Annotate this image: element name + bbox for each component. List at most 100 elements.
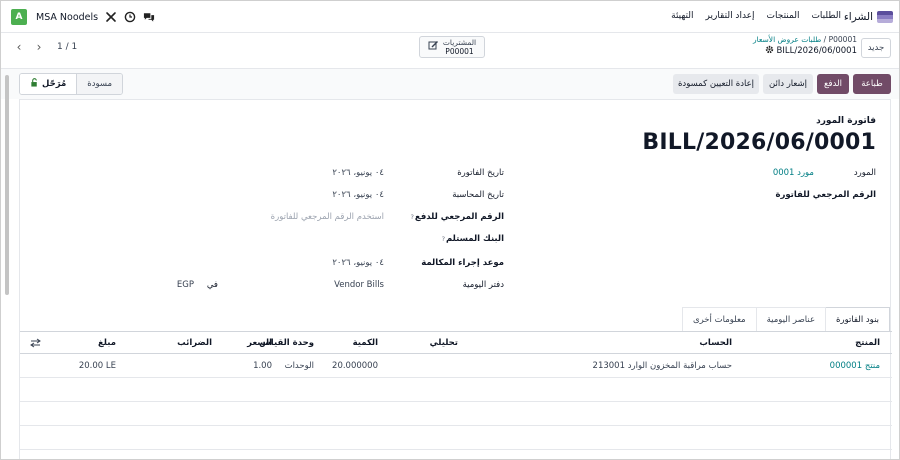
breadcrumb-separator: /: [821, 35, 827, 44]
user-avatar[interactable]: A: [11, 9, 27, 25]
main-menu: الطلبات المنتجات إعداد التقارير التهيئة: [671, 11, 841, 21]
accounting-date-value-wrap: ٠٤ يونيو، ٢٠٢٦: [332, 190, 384, 200]
app-name[interactable]: الشراء: [844, 11, 873, 23]
menu-products[interactable]: المنتجات: [767, 11, 800, 21]
purchase-smart-button-ref: P00001: [445, 47, 474, 56]
action-bar: طباعة الدفع إشعار دائن إعادة التعيين كمس…: [1, 69, 899, 99]
table-row-empty[interactable]: [20, 426, 892, 450]
due-date-field: موعد إجراء المكالمة: [421, 258, 504, 268]
purchase-smart-button-label: المشتريات: [442, 38, 477, 47]
in-label: في: [206, 280, 218, 290]
table-row[interactable]: منتج 000001 213001 حساب مراقبة المخزون ا…: [20, 354, 892, 378]
menu-reporting[interactable]: إعداد التقارير: [706, 11, 755, 21]
recipient-bank-field: البنك المستلم ?: [442, 234, 504, 244]
accounting-date-input[interactable]: ٠٤ يونيو، ٢٠٢٦: [332, 190, 384, 200]
breadcrumb-parent-line: P00001 / طلبات عروض الأسعار: [753, 35, 857, 45]
vendor-value-wrap: مورد 0001: [773, 168, 814, 178]
invoice-lines-table: المنتج الحساب تحليلي الكمية وحدة القياس …: [20, 332, 892, 450]
breadcrumb: P00001 / طلبات عروض الأسعار BILL/2026/06…: [753, 35, 857, 57]
col-price[interactable]: السعر: [222, 332, 272, 353]
journal-input[interactable]: Vendor Bills: [334, 280, 384, 290]
vendor-field: المورد: [854, 168, 876, 178]
line-product[interactable]: منتج 000001: [790, 354, 880, 377]
form-sheet: فاتورة المورد BILL/2026/06/0001 المورد م…: [19, 99, 892, 459]
line-account[interactable]: 213001 حساب مراقبة المخزون الوارد: [532, 354, 732, 377]
reset-to-draft-button[interactable]: إعادة التعيين كمسودة: [673, 74, 759, 94]
menu-configuration[interactable]: التهيئة: [671, 11, 693, 21]
breadcrumb-current: BILL/2026/06/0001: [776, 46, 857, 56]
purchase-smart-button-text: المشتريات P00001: [443, 38, 476, 56]
status-draft[interactable]: مسودة: [77, 74, 123, 94]
bill-reference-label: الرقم المرجعي للفاتورة: [775, 190, 876, 200]
apps-menu-icon[interactable]: [877, 11, 893, 23]
invoice-date-input[interactable]: ٠٤ يونيو، ٢٠٢٦: [332, 168, 384, 178]
col-analytic[interactable]: تحليلي: [398, 332, 458, 353]
due-date-value-wrap: ٠٤ يونيو، ٢٠٢٦: [332, 258, 384, 268]
line-quantity[interactable]: 20.000000: [308, 354, 378, 377]
line-price[interactable]: 1.00: [222, 354, 272, 377]
scrollbar[interactable]: [5, 75, 9, 295]
new-button[interactable]: جديد: [861, 38, 891, 58]
breadcrumb-ref[interactable]: P00001: [829, 35, 857, 44]
journal-value-wrap: Vendor Bills: [334, 280, 384, 290]
edit-icon: [428, 40, 439, 54]
pager-next-icon[interactable]: ›: [31, 39, 47, 55]
bill-name: BILL/2026/06/0001: [642, 130, 876, 155]
due-date-label: موعد إجراء المكالمة: [421, 258, 504, 268]
credit-note-button[interactable]: إشعار دائن: [763, 74, 813, 94]
payment-reference-label: الرقم المرجعي للدفع: [414, 212, 504, 222]
print-button[interactable]: طباعة: [853, 74, 891, 94]
status-posted[interactable]: مُرَحّل: [20, 74, 78, 94]
menu-orders[interactable]: الطلبات: [811, 11, 841, 21]
chat-icon[interactable]: [143, 11, 155, 23]
app-window: الشراء الطلبات المنتجات إعداد التقارير ا…: [0, 0, 900, 460]
col-quantity[interactable]: الكمية: [318, 332, 378, 353]
pager-value[interactable]: 1 / 1: [57, 42, 77, 52]
accounting-date-field: تاريخ المحاسبة: [452, 190, 504, 200]
line-analytic[interactable]: [398, 354, 458, 377]
app-brand[interactable]: الشراء: [844, 9, 893, 25]
tools-icon[interactable]: [105, 11, 117, 23]
bill-reference-field: الرقم المرجعي للفاتورة: [775, 190, 876, 200]
vendor-input[interactable]: مورد 0001: [773, 168, 814, 178]
invoice-date-value-wrap: ٠٤ يونيو، ٢٠٢٦: [332, 168, 384, 178]
payment-reference-field: الرقم المرجعي للدفع ?: [410, 212, 504, 222]
tab-other-info[interactable]: معلومات أخرى: [681, 307, 757, 331]
col-account[interactable]: الحساب: [652, 332, 732, 353]
invoice-date-label: تاريخ الفاتورة: [457, 168, 504, 178]
line-taxes[interactable]: [152, 354, 212, 377]
breadcrumb-parent[interactable]: طلبات عروض الأسعار: [753, 35, 821, 44]
table-row-empty[interactable]: [20, 402, 892, 426]
journal-field: دفتر اليومية: [463, 280, 504, 290]
payment-reference-input[interactable]: استخدم الرقم المرجعي للفاتورة: [271, 212, 384, 222]
col-amount[interactable]: مبلغ: [66, 332, 116, 353]
optional-columns-icon[interactable]: [30, 332, 50, 353]
col-taxes[interactable]: الضرائب: [152, 332, 212, 353]
pay-button[interactable]: الدفع: [817, 74, 849, 94]
payment-reference-value-wrap: استخدم الرقم المرجعي للفاتورة: [271, 212, 384, 222]
pager-previous-icon[interactable]: ‹: [11, 39, 27, 55]
help-icon[interactable]: ?: [410, 213, 413, 221]
due-date-input[interactable]: ٠٤ يونيو، ٢٠٢٦: [332, 258, 384, 268]
top-navbar: الشراء الطلبات المنتجات إعداد التقارير ا…: [1, 1, 899, 33]
tab-journal-items[interactable]: عناصر اليومية: [755, 307, 827, 331]
help-icon[interactable]: ?: [442, 235, 445, 243]
currency-value-wrap: EGP: [177, 280, 194, 290]
accounting-date-label: تاريخ المحاسبة: [452, 190, 504, 200]
notebook-tabs: بنود الفاتورة عناصر اليومية معلومات أخرى: [681, 307, 890, 331]
currency-input[interactable]: EGP: [177, 280, 194, 290]
breadcrumb-current-line: BILL/2026/06/0001: [753, 45, 857, 57]
systray: A MSA Noodels: [11, 9, 155, 25]
gear-icon[interactable]: [765, 45, 774, 57]
line-amount[interactable]: 20.00 LE: [56, 354, 116, 377]
bill-type-label: فاتورة المورد: [816, 116, 876, 126]
company-switcher[interactable]: MSA Noodels: [36, 12, 98, 23]
status-posted-label: مُرَحّل: [42, 79, 67, 89]
vendor-label: المورد: [853, 168, 876, 178]
table-row-empty[interactable]: [20, 378, 892, 402]
purchase-smart-button[interactable]: المشتريات P00001: [419, 36, 485, 58]
tab-invoice-lines[interactable]: بنود الفاتورة: [825, 307, 890, 331]
table-header: المنتج الحساب تحليلي الكمية وحدة القياس …: [20, 332, 892, 354]
clock-icon[interactable]: [124, 11, 136, 23]
col-product[interactable]: المنتج: [800, 332, 880, 353]
